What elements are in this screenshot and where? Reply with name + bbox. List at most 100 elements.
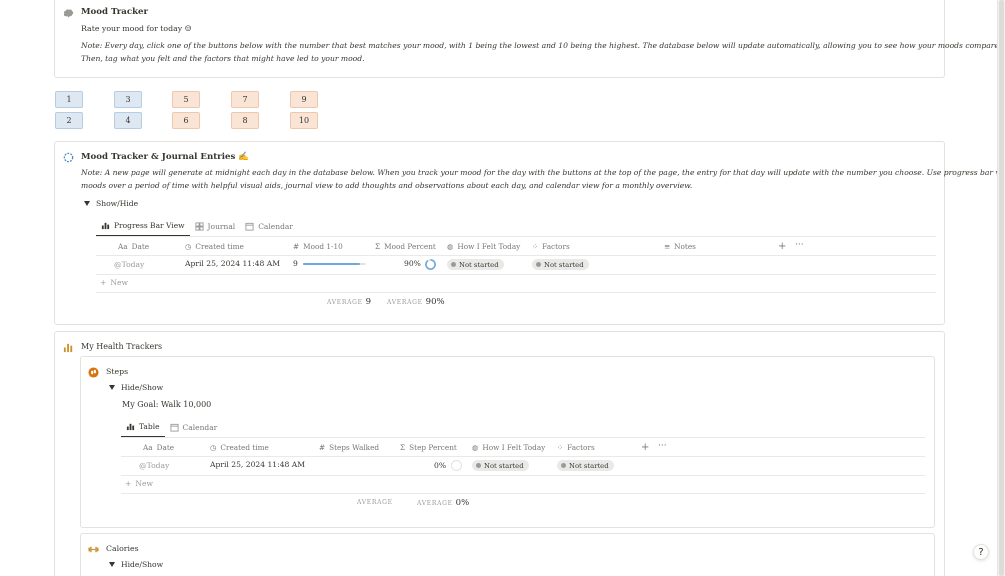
col-date[interactable]: Aa Date [118,242,149,251]
add-property-plus-icon[interactable]: + [778,241,786,252]
steps-row-felt-label: Not started [484,461,524,470]
steps-col-factors-label: Factors [567,443,595,452]
steps-col-percent[interactable]: Σ Step Percent [400,443,457,452]
status-icon: ◍ [472,443,479,452]
plus-icon: + [100,278,107,287]
steps-row-factors-status[interactable]: Not started [557,460,614,471]
row-date[interactable]: @Today [114,260,144,269]
text-property-icon: Aa [118,242,128,251]
text-lines-icon: ≡ [664,242,671,251]
steps-col-walked[interactable]: # Steps Walked [319,443,379,452]
loading-circle-icon [63,152,74,163]
help-button[interactable]: ? [973,544,989,560]
tab-steps-calendar[interactable]: Calendar [165,417,223,437]
mood-button-6[interactable]: 6 [172,112,200,129]
steps-card [80,356,935,528]
col-notes[interactable]: ≡ Notes [664,242,696,251]
steps-view-tabs: Table Calendar [121,417,222,437]
avg-mood-percent: Average 90% [387,297,445,307]
steps-new-row-button[interactable]: + New [125,479,153,488]
status-dot-icon [476,463,481,468]
tab-calendar[interactable]: Calendar [240,216,298,236]
steps-col-how-i-felt[interactable]: ◍ How I Felt Today [472,443,545,452]
journal-view-tabs: Progress Bar View Journal Calendar [96,216,298,236]
avg-mood-label: Average [327,299,363,306]
steps-col-factors[interactable]: ⁘ Factors [557,443,595,452]
new-row-divider [96,292,936,293]
steps-header-divider [121,456,925,457]
mood-button-9[interactable]: 9 [290,91,318,108]
mood-button-8[interactable]: 8 [231,112,259,129]
steps-col-date[interactable]: Aa Date [143,443,174,452]
calories-toggle-label: Hide/Show [121,560,164,569]
col-factors[interactable]: ⁘ Factors [532,242,570,251]
row-felt-status[interactable]: Not started [447,259,504,270]
steps-add-property-plus-icon[interactable]: + [641,442,649,453]
new-row-button[interactable]: + New [100,278,128,287]
steps-avg-walked: Average [357,499,393,506]
clock-icon: ◷ [210,443,217,452]
status-dot-icon [536,262,541,267]
bar-chart-icon [63,343,73,353]
mood-button-7[interactable]: 7 [231,91,259,108]
col-created-time[interactable]: ◷ Created time [185,242,244,251]
row-divider [96,274,936,275]
row-mood-value[interactable]: 9 [293,259,298,268]
row-created-time: April 25, 2024 11:48 AM [185,259,281,268]
journal-note-line2: moods over a period of time with helpful… [81,181,693,190]
formula-icon: Σ [375,242,381,251]
text-property-icon: Aa [143,443,153,452]
mood-button-3[interactable]: 3 [114,91,142,108]
steps-new-row-divider [121,493,925,494]
steps-percent-ring [451,460,462,471]
mood-button-1[interactable]: 1 [55,91,83,108]
mood-button-10[interactable]: 10 [290,112,318,129]
steps-goal: My Goal: Walk 10,000 [122,400,212,409]
rate-mood-subtitle: Rate your mood for today ☺ [81,24,192,33]
tab-table[interactable]: Table [121,417,165,437]
steps-more-options-icon[interactable]: ··· [658,441,667,451]
steps-row-felt-status[interactable]: Not started [472,460,529,471]
tab-table-label: Table [139,422,160,431]
steps-row-divider [121,475,925,476]
more-options-icon[interactable]: ··· [795,240,804,250]
status-dot-icon [451,262,456,267]
scrollbar-thumb[interactable] [999,0,1004,576]
steps-toggle[interactable]: Hide/Show [109,383,163,392]
tab-journal[interactable]: Journal [190,216,241,236]
tab-progress-bar-view[interactable]: Progress Bar View [96,216,190,236]
calories-toggle[interactable]: Hide/Show [109,560,163,569]
journal-toggle[interactable]: Show/Hide [84,199,138,208]
brain-icon [63,9,74,18]
steps-title: Steps [106,367,129,376]
avg-mood: Average 9 [327,297,371,307]
col-mood-percent[interactable]: Σ Mood Percent [375,242,436,251]
col-how-i-felt[interactable]: ◍ How I Felt Today [447,242,520,251]
steps-toggle-label: Hide/Show [121,383,164,392]
steps-col-created-time[interactable]: ◷ Created time [210,443,269,452]
steps-row-percent: 0% [434,461,447,470]
mood-button-5[interactable]: 5 [172,91,200,108]
row-factors-status[interactable]: Not started [532,259,589,270]
avg-mood-value: 9 [365,297,372,307]
col-mood[interactable]: # Mood 1-10 [293,242,343,251]
col-factors-label: Factors [542,242,570,251]
col-how-i-felt-label: How I Felt Today [457,242,521,251]
mood-button-2[interactable]: 2 [55,112,83,129]
page-scrollbar[interactable] [997,0,1005,576]
steps-tabs-divider [121,437,925,438]
steps-avg-percent-value: 0% [455,498,470,508]
toggle-triangle-icon [109,385,115,390]
steps-new-row-label: New [135,479,154,488]
mood-button-4[interactable]: 4 [114,112,142,129]
row-felt-status-label: Not started [459,260,499,269]
toggle-triangle-icon [109,562,115,567]
bar-chart-icon [101,222,110,230]
footprints-icon [88,367,99,378]
journal-callout: Mood Tracker & Journal Entries ✍ Note: A… [54,141,997,325]
mood-tracker-title: Mood Tracker [81,7,149,17]
avg-percent-value: 90% [425,297,445,307]
number-icon: # [293,242,300,251]
status-icon: ◍ [447,242,454,251]
steps-row-date[interactable]: @Today [139,461,169,470]
